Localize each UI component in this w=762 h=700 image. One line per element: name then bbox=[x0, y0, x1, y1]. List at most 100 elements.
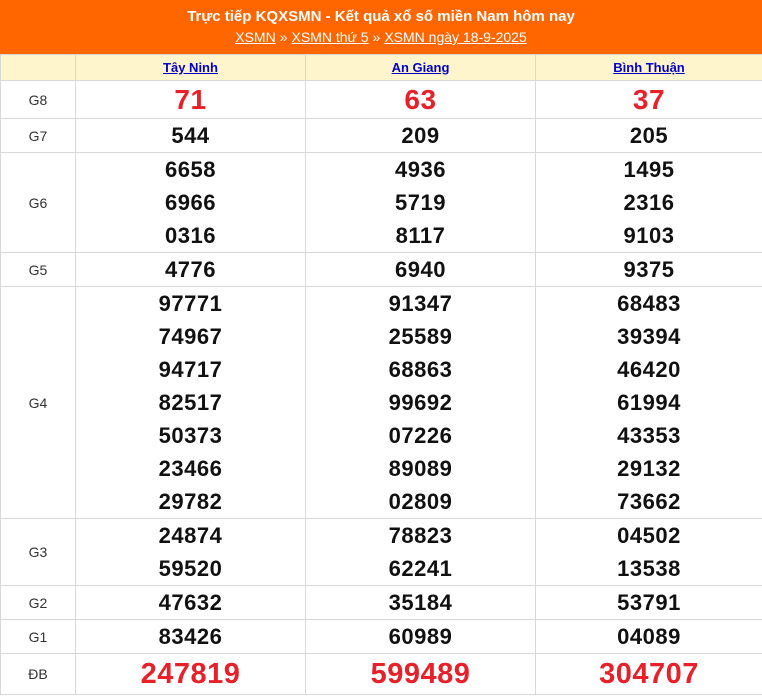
prize-number: 63 bbox=[404, 84, 437, 115]
prize-cell: 83426 bbox=[75, 619, 306, 654]
prize-number: 07226 bbox=[388, 423, 453, 448]
prize-cell: 209 bbox=[305, 118, 536, 153]
province-header: An Giang bbox=[305, 54, 536, 81]
prize-cell: 78823 62241 bbox=[305, 518, 536, 586]
prize-number: 23466 bbox=[158, 456, 223, 481]
prize-number: 247819 bbox=[140, 658, 241, 690]
prize-number: 24874 bbox=[158, 523, 223, 548]
prize-number: 97771 bbox=[158, 291, 223, 316]
prize-number: 5719 bbox=[395, 190, 446, 215]
prize-cell: 1495 2316 9103 bbox=[535, 152, 762, 253]
breadcrumb: XSMN» XSMN thứ 5» XSMN ngày 18-9-2025 bbox=[0, 28, 762, 46]
prize-number: 29132 bbox=[617, 456, 681, 481]
prize-number: 544 bbox=[171, 123, 210, 148]
prize-number: 91347 bbox=[388, 291, 453, 316]
prize-number: 74967 bbox=[158, 324, 223, 349]
prize-label: G5 bbox=[0, 252, 76, 287]
prize-number: 68863 bbox=[388, 357, 453, 382]
prize-cell: 97771 74967 94717 82517 50373 23466 29782 bbox=[75, 286, 306, 519]
prize-number: 13538 bbox=[617, 556, 681, 581]
prize-number: 2316 bbox=[623, 190, 675, 215]
prize-number: 4936 bbox=[395, 157, 446, 182]
prize-number: 9103 bbox=[623, 223, 675, 248]
prize-cell: 24874 59520 bbox=[75, 518, 306, 586]
prize-number: 25589 bbox=[388, 324, 453, 349]
page-title: Trực tiếp KQXSMN - Kết quả xổ số miền Na… bbox=[187, 8, 575, 25]
prize-cell: 205 bbox=[535, 118, 762, 153]
prize-cell: 35184 bbox=[305, 585, 536, 620]
prize-label: G2 bbox=[0, 585, 76, 620]
prize-number: 1495 bbox=[623, 157, 675, 182]
prize-number: 99692 bbox=[388, 390, 453, 415]
prize-row: G6 6658 6966 0316 4936 5719 8117 1495 2316 9103 bbox=[0, 152, 762, 253]
breadcrumb-separator: » bbox=[279, 29, 288, 45]
prize-cell: 68483 39394 46420 61994 43353 29132 73662 bbox=[535, 286, 762, 519]
prize-row: G2 47632 35184 53791 bbox=[0, 585, 762, 620]
prize-row: G3 24874 59520 78823 62241 04502 13538 bbox=[0, 518, 762, 586]
prize-row: G4 97771 74967 94717 82517 50373 23466 29782 913… bbox=[0, 286, 762, 519]
prize-number: 78823 bbox=[388, 523, 453, 548]
prize-number: 6966 bbox=[165, 190, 216, 215]
prize-number: 6940 bbox=[395, 257, 446, 282]
province-header-row: Tây Ninh An Giang Bình Thuận bbox=[0, 54, 762, 81]
prize-cell: 4776 bbox=[75, 252, 306, 287]
province-link-tay-ninh[interactable]: Tây Ninh bbox=[163, 60, 218, 75]
breadcrumb-link-xsmn[interactable]: XSMN bbox=[235, 29, 275, 45]
breadcrumb-link-xsmn-thu5[interactable]: XSMN thứ 5 bbox=[291, 29, 368, 45]
prize-number: 43353 bbox=[617, 423, 681, 448]
prize-number: 47632 bbox=[158, 590, 223, 615]
prize-number: 0316 bbox=[165, 223, 216, 248]
prize-number: 61994 bbox=[617, 390, 681, 415]
prize-cell: 304707 bbox=[535, 653, 762, 695]
prize-label: G1 bbox=[0, 619, 76, 654]
prize-number: 94717 bbox=[158, 357, 223, 382]
prize-number: 71 bbox=[174, 84, 207, 115]
province-link-an-giang[interactable]: An Giang bbox=[392, 60, 450, 75]
prize-label: G4 bbox=[0, 286, 76, 519]
prize-number: 53791 bbox=[617, 590, 681, 615]
prize-number: 89089 bbox=[388, 456, 453, 481]
prize-cell: 9375 bbox=[535, 252, 762, 287]
prize-number: 35184 bbox=[388, 590, 453, 615]
prize-number: 02809 bbox=[388, 489, 453, 514]
results-table: Tây Ninh An Giang Bình Thuận G8 71 63 37 G7 5… bbox=[0, 54, 762, 695]
province-header: Tây Ninh bbox=[75, 54, 306, 81]
prize-cell: 04502 13538 bbox=[535, 518, 762, 586]
prize-number: 9375 bbox=[623, 257, 675, 282]
prize-cell: 599489 bbox=[305, 653, 536, 695]
prize-number: 8117 bbox=[395, 223, 446, 248]
prize-number: 04089 bbox=[617, 624, 681, 649]
prize-cell: 6940 bbox=[305, 252, 536, 287]
prize-number: 209 bbox=[401, 123, 440, 148]
prize-cell: 47632 bbox=[75, 585, 306, 620]
prize-number: 73662 bbox=[617, 489, 681, 514]
prize-number: 04502 bbox=[617, 523, 681, 548]
breadcrumb-link-xsmn-date[interactable]: XSMN ngày 18-9-2025 bbox=[384, 29, 526, 45]
prize-number: 39394 bbox=[617, 324, 681, 349]
prize-label: G3 bbox=[0, 518, 76, 586]
prize-number: 4776 bbox=[165, 257, 216, 282]
prize-number: 29782 bbox=[158, 489, 223, 514]
prize-number: 50373 bbox=[158, 423, 223, 448]
prize-row: G1 83426 60989 04089 bbox=[0, 619, 762, 654]
prize-cell: 37 bbox=[535, 80, 762, 119]
prize-number: 304707 bbox=[599, 658, 699, 690]
prize-number: 60989 bbox=[388, 624, 453, 649]
prize-number: 68483 bbox=[617, 291, 681, 316]
prize-number: 37 bbox=[632, 84, 666, 115]
breadcrumb-separator: » bbox=[372, 29, 381, 45]
prize-column-header bbox=[0, 54, 76, 81]
province-header: Bình Thuận bbox=[535, 54, 762, 81]
results-body: G8 71 63 37 G7 544 209 205 G6 6658 6966 0316 4936 571… bbox=[0, 80, 762, 695]
prize-label: G6 bbox=[0, 152, 76, 253]
province-link-binh-thuan[interactable]: Bình Thuận bbox=[613, 60, 685, 75]
prize-row: ĐB 247819 599489 304707 bbox=[0, 653, 762, 695]
prize-cell: 247819 bbox=[75, 653, 306, 695]
prize-number: 46420 bbox=[617, 357, 681, 382]
prize-cell: 91347 25589 68863 99692 07226 89089 02809 bbox=[305, 286, 536, 519]
prize-number: 59520 bbox=[158, 556, 223, 581]
prize-number: 599489 bbox=[370, 658, 471, 690]
prize-number: 62241 bbox=[388, 556, 453, 581]
prize-cell: 6658 6966 0316 bbox=[75, 152, 306, 253]
prize-row: G7 544 209 205 bbox=[0, 118, 762, 153]
